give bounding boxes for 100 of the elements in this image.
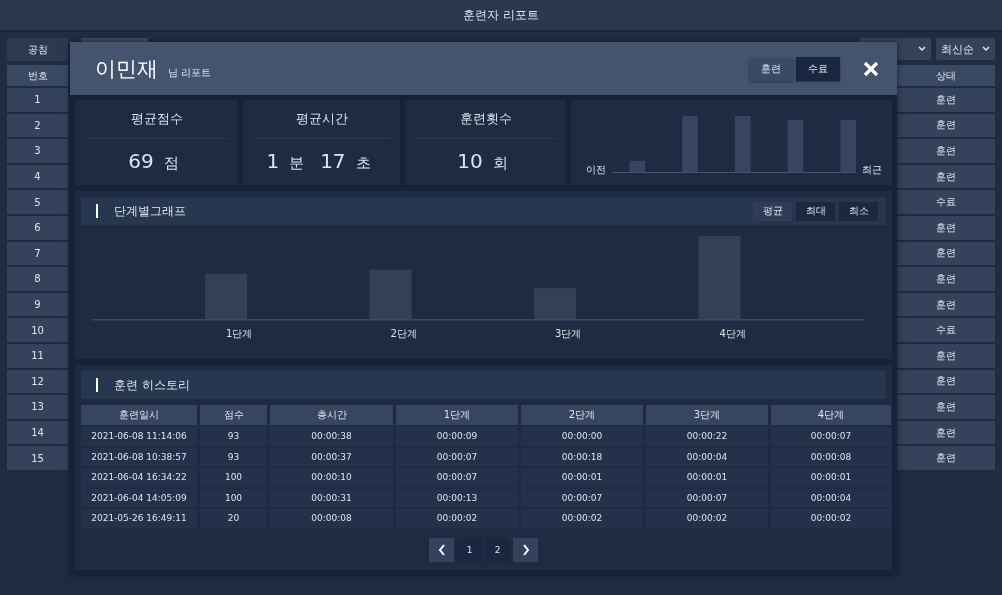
page-button[interactable]: 2 [485,537,510,562]
column-header: 점수 [200,405,267,425]
table-cell: 훈련 [897,215,995,240]
status-filter-button[interactable]: 훈련 [749,56,793,81]
mode-button[interactable]: 평균 [753,201,792,221]
table-cell: 00:00:08 [270,509,393,528]
next-page-button[interactable] [513,537,538,562]
stat-value: 69 [128,149,154,173]
table-cell: 93 [200,427,267,446]
table-cell: 훈련 [897,113,995,138]
table-cell: 00:00:02 [521,509,643,528]
table-cell: 9 [7,292,68,317]
table-cell: 12 [7,369,68,394]
table-cell: 00:00:01 [521,468,643,487]
table-cell: 20 [200,509,267,528]
table-cell: 00:00:22 [646,427,768,446]
column-header: 4단계 [771,405,891,425]
table-cell: 00:00:10 [270,468,393,487]
table-cell: 훈련 [897,139,995,163]
column-header: 번호 [7,65,68,86]
stat-unit: 분 [289,154,305,173]
table-cell: 훈련 [897,88,995,112]
table-cell: 00:00:01 [771,468,891,487]
mode-button[interactable]: 최소 [839,201,878,221]
stat-label: 훈련횟수 [415,100,556,139]
table-cell: 훈련 [897,343,995,368]
caret-icon [982,46,990,52]
table-cell: 훈련 [897,420,995,445]
table-cell: 훈련 [897,446,995,470]
column-header: 상태 [897,65,995,86]
sort-dropdown[interactable]: 최신순 [936,38,995,60]
table-cell: 00:00:38 [270,427,393,446]
table-cell: 2 [7,113,68,138]
stat-value: 17 [320,149,346,173]
table-cell: 훈련 [897,241,995,266]
table-cell: 00:00:07 [396,447,518,466]
table-cell: 00:00:00 [521,427,643,446]
column-header: 3단계 [646,405,768,425]
chevron-right-icon [521,543,530,556]
stat-label: 평균점수 [85,100,228,139]
stat-label: 평균시간 [253,100,390,139]
stat-value: 10 [457,149,483,173]
table-cell: 훈련 [897,267,995,291]
table-cell: 00:00:01 [646,468,768,487]
table-cell: 00:00:07 [396,468,518,487]
table-cell: 00:00:02 [396,509,518,528]
table-cell: 2021-06-04 16:34:22 [81,468,197,487]
filter-button[interactable]: 공침 [7,38,68,61]
stat-unit: 회 [492,154,508,173]
table-cell: 2021-05-26 16:49:11 [81,509,197,528]
column-header: 2단계 [521,405,643,425]
table-cell: 훈련 [897,164,995,189]
table-cell: 3 [7,139,68,163]
stat-value: 1 [266,149,280,173]
category-label: 2단계 [390,327,418,341]
mode-button[interactable]: 최대 [796,201,835,221]
axis-label: 최근 [862,163,882,177]
trainee-name: 이민재 [95,55,158,83]
table-cell: 6 [7,215,68,240]
chevron-left-icon [437,543,446,556]
section-title: 훈련 히스토리 [114,376,191,394]
dialog-subtitle: 님 리포트 [168,65,212,80]
table-cell: 10 [7,318,68,342]
table-cell: 훈련 [897,292,995,317]
page-button[interactable]: 1 [457,537,482,562]
category-label: 3단계 [555,327,583,341]
caret-icon [918,46,926,52]
previous-page-button[interactable] [429,537,454,562]
table-cell: 00:00:02 [771,509,891,528]
table-cell: 100 [200,488,267,507]
table-cell: 훈련 [897,395,995,419]
status-filter-button[interactable]: 수료 [796,56,840,81]
table-cell: 수료 [897,318,995,342]
table-cell: 14 [7,420,68,445]
table-cell: 00:00:04 [646,447,768,466]
category-label: 1단계 [226,327,254,341]
table-cell: 100 [200,468,267,487]
sort-label: 최신순 [941,41,974,57]
table-cell: 00:00:31 [270,488,393,507]
axis-label: 이전 [586,163,606,177]
close-icon[interactable] [863,60,879,77]
table-cell: 00:00:18 [521,447,643,466]
table-cell: 00:00:13 [396,488,518,507]
table-cell: 5 [7,190,68,214]
column-header: 총시간 [270,405,393,425]
table-cell: 7 [7,241,68,266]
table-cell: 15 [7,446,68,470]
table-cell: 00:00:07 [521,488,643,507]
table-cell: 8 [7,267,68,291]
table-cell: 11 [7,343,68,368]
table-cell: 00:00:04 [771,488,891,507]
table-cell: 1 [7,88,68,112]
column-header: 훈련일시 [81,405,197,425]
table-cell: 훈련 [897,369,995,394]
table-cell: 00:00:02 [646,509,768,528]
window-title: 훈련자 리포트 [463,6,539,24]
table-cell: 2021-06-08 10:38:57 [81,447,197,466]
table-cell: 00:00:09 [396,427,518,446]
table-cell: 4 [7,164,68,189]
table-cell: 수료 [897,190,995,214]
